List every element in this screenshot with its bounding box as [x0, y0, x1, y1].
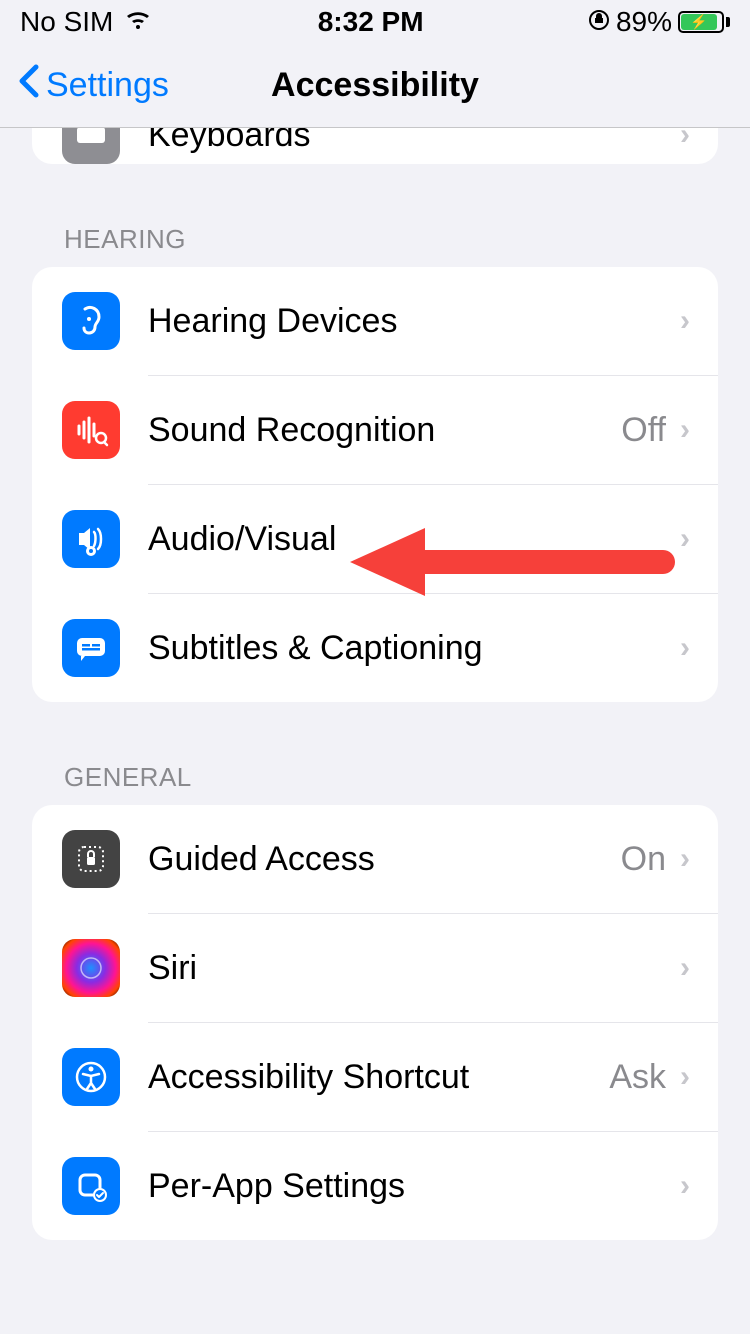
- row-label: Per-App Settings: [148, 1167, 680, 1206]
- carrier-text: No SIM: [20, 6, 113, 38]
- row-label: Keyboards: [148, 128, 680, 155]
- row-label: Subtitles & Captioning: [148, 629, 680, 668]
- chevron-right-icon: ›: [680, 522, 690, 556]
- general-group: Guided Access On › Siri › Accessibility …: [32, 805, 718, 1240]
- chevron-right-icon: ›: [680, 304, 690, 338]
- ear-icon: [62, 292, 120, 350]
- sound-recognition-row[interactable]: Sound Recognition Off ›: [32, 376, 718, 484]
- row-detail: Off: [621, 411, 666, 450]
- section-header-general: GENERAL: [0, 762, 750, 805]
- caption-icon: [62, 619, 120, 677]
- hearing-group: Hearing Devices › Sound Recognition Off …: [32, 267, 718, 702]
- row-label: Siri: [148, 949, 680, 988]
- row-label: Sound Recognition: [148, 411, 621, 450]
- wifi-icon: [123, 6, 153, 38]
- waveform-icon: [62, 401, 120, 459]
- status-left: No SIM: [20, 6, 153, 38]
- row-detail: On: [621, 840, 666, 879]
- accessibility-shortcut-row[interactable]: Accessibility Shortcut Ask ›: [32, 1023, 718, 1131]
- battery-icon: ⚡: [678, 11, 730, 33]
- per-app-settings-row[interactable]: Per-App Settings ›: [32, 1132, 718, 1240]
- chevron-right-icon: ›: [680, 413, 690, 447]
- audio-visual-row[interactable]: Audio/Visual ›: [32, 485, 718, 593]
- back-button[interactable]: Settings: [0, 63, 169, 108]
- settings-scroll[interactable]: Keyboards › HEARING Hearing Devices › So…: [0, 128, 750, 1334]
- status-time: 8:32 PM: [318, 6, 424, 38]
- chevron-left-icon: [16, 63, 40, 108]
- row-label: Guided Access: [148, 840, 621, 879]
- subtitles-captioning-row[interactable]: Subtitles & Captioning ›: [32, 594, 718, 702]
- chevron-right-icon: ›: [680, 1060, 690, 1094]
- keyboards-row[interactable]: Keyboards ›: [32, 128, 718, 164]
- audio-visual-icon: [62, 510, 120, 568]
- orientation-lock-icon: [588, 6, 610, 38]
- keyboard-icon: [62, 128, 120, 164]
- per-app-icon: [62, 1157, 120, 1215]
- hearing-devices-row[interactable]: Hearing Devices ›: [32, 267, 718, 375]
- guided-access-icon: [62, 830, 120, 888]
- chevron-right-icon: ›: [680, 128, 690, 152]
- status-bar: No SIM 8:32 PM 89% ⚡: [0, 0, 750, 44]
- chevron-right-icon: ›: [680, 631, 690, 665]
- guided-access-row[interactable]: Guided Access On ›: [32, 805, 718, 913]
- chevron-right-icon: ›: [680, 951, 690, 985]
- siri-icon: [62, 939, 120, 997]
- siri-row[interactable]: Siri ›: [32, 914, 718, 1022]
- nav-bar: Settings Accessibility: [0, 44, 750, 128]
- row-label: Audio/Visual: [148, 520, 680, 559]
- accessibility-icon: [62, 1048, 120, 1106]
- back-label: Settings: [46, 66, 169, 105]
- chevron-right-icon: ›: [680, 1169, 690, 1203]
- physical-motor-group-partial: Keyboards ›: [32, 128, 718, 164]
- row-label: Hearing Devices: [148, 302, 680, 341]
- section-header-hearing: HEARING: [0, 224, 750, 267]
- chevron-right-icon: ›: [680, 842, 690, 876]
- battery-percentage: 89%: [616, 6, 672, 38]
- status-right: 89% ⚡: [588, 6, 730, 38]
- row-detail: Ask: [609, 1058, 666, 1097]
- row-label: Accessibility Shortcut: [148, 1058, 609, 1097]
